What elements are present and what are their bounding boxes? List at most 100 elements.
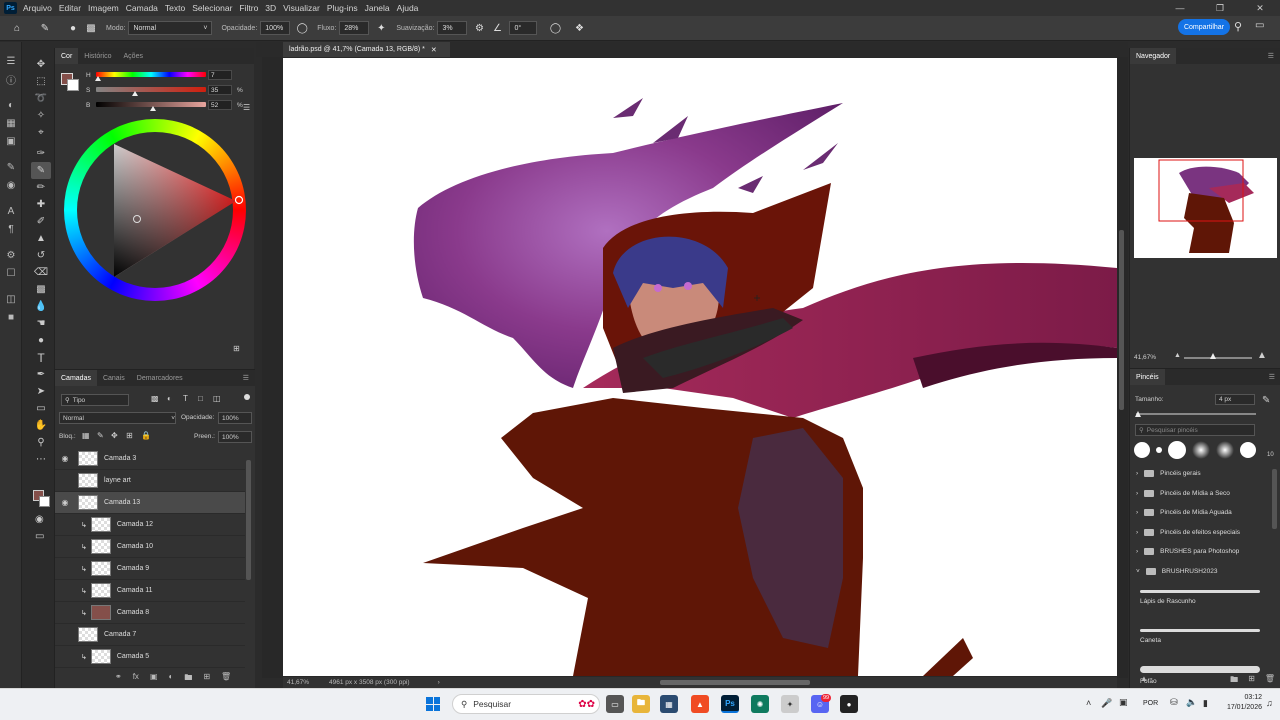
wifi-icon[interactable]: ⛁	[1170, 697, 1178, 708]
menu-selecionar[interactable]: Selecionar	[192, 3, 232, 13]
new-folder-icon[interactable]: 🖿	[1230, 674, 1238, 688]
menu-janela[interactable]: Janela	[365, 3, 390, 13]
lock-artboard-icon[interactable]: ⊞	[126, 431, 133, 440]
menu-3d[interactable]: 3D	[265, 3, 276, 13]
saturation-slider[interactable]	[96, 87, 206, 92]
zoom-in-icon[interactable]: ▲	[1257, 350, 1267, 361]
brush-preset-soft-2[interactable]	[1216, 441, 1234, 459]
minimize-icon[interactable]: —	[1160, 0, 1200, 16]
chevron-down-icon[interactable]: ˅	[1136, 568, 1140, 575]
path-select-tool-icon[interactable]: ➤	[31, 383, 51, 400]
color-wheel[interactable]	[64, 119, 246, 301]
layer-row[interactable]: ↳ Camada 5	[55, 646, 245, 668]
layer-row[interactable]: ◉ Camada 3	[55, 448, 245, 470]
brush-settings-icon[interactable]: ▩	[82, 19, 100, 37]
battery-icon[interactable]: ▮	[1203, 698, 1208, 709]
antivirus-icon[interactable]: ✦	[781, 695, 799, 713]
panel-menu-icon[interactable]: ☰	[1262, 52, 1280, 60]
quick-mask-icon[interactable]: ◉	[35, 514, 44, 525]
dodge-tool-icon[interactable]: ●	[31, 332, 51, 349]
more-tools-icon[interactable]: ⋯	[31, 451, 51, 468]
panel-menu-icon[interactable]: ☰	[237, 374, 255, 382]
brush-item[interactable]: Caneta	[1140, 629, 1270, 660]
filter-pixel-icon[interactable]: ▩	[151, 394, 159, 403]
brush-folder[interactable]: › BRUSHES para Photoshop	[1130, 542, 1273, 562]
brush-folder[interactable]: › Pincéis gerais	[1130, 464, 1273, 484]
new-layer-icon[interactable]: ⊞	[203, 672, 210, 686]
color-icon[interactable]: ◐	[0, 96, 22, 114]
clone-source-icon[interactable]: ◉	[0, 176, 22, 194]
brush-folder[interactable]: › Pincéis de Mídia Aguada	[1130, 503, 1273, 523]
menu-filtro[interactable]: Filtro	[239, 3, 258, 13]
adjustment-layer-icon[interactable]: ◐	[169, 672, 174, 686]
brush-preset-hard-round[interactable]	[1134, 442, 1150, 458]
flow-input[interactable]: 28%	[339, 21, 370, 35]
brush-preset-hard-2[interactable]	[1240, 442, 1256, 458]
document-tab[interactable]: ladrão.psd @ 41,7% (Camada 13, RGB/8) * …	[283, 42, 450, 57]
chatgpt-icon[interactable]: ✺	[751, 695, 769, 713]
rectangle-tool-icon[interactable]: ▭	[31, 400, 51, 417]
restore-icon[interactable]: ❐	[1200, 0, 1240, 16]
opacity-input[interactable]: 100%	[260, 21, 291, 35]
layer-row[interactable]: ↳ Camada 8	[55, 602, 245, 624]
layer-opacity-input[interactable]: 100%	[218, 412, 252, 424]
notification-bell-icon[interactable]: ♫	[1266, 698, 1273, 708]
tab-historico[interactable]: Histórico	[78, 53, 117, 60]
pressure-size-icon[interactable]: ◯	[546, 19, 564, 37]
filter-type-icon[interactable]: T	[183, 394, 188, 403]
angle-input[interactable]: 0°	[509, 21, 538, 35]
photoshop-taskbar-icon[interactable]: Ps	[721, 695, 739, 713]
brush-size-input[interactable]: 4 px	[1215, 394, 1255, 405]
properties-icon[interactable]: ☰	[0, 52, 22, 70]
chevron-right-icon[interactable]: ›	[1136, 529, 1138, 536]
filter-shape-icon[interactable]: □	[198, 394, 203, 403]
brush-settings-icon[interactable]: ✎	[1262, 395, 1270, 406]
menu-camada[interactable]: Camada	[126, 3, 158, 13]
hue-slider-thumb[interactable]	[95, 76, 102, 81]
menu-imagem[interactable]: Imagem	[88, 3, 119, 13]
layer-row[interactable]: Camada 7	[55, 624, 245, 646]
brave-icon[interactable]: ▲	[691, 695, 709, 713]
panel-menu-icon[interactable]: ☰	[1263, 373, 1280, 381]
navigator-zoom-slider[interactable]	[1184, 357, 1252, 359]
brush-tool-active-icon[interactable]: ✎	[31, 162, 51, 179]
tab-demarcadores[interactable]: Demarcadores	[131, 375, 189, 382]
close-tab-icon[interactable]: ✕	[431, 46, 437, 54]
delete-brush-icon[interactable]: 🗑	[1265, 674, 1275, 688]
document-canvas[interactable]	[283, 58, 1117, 676]
blend-mode-select[interactable]: Normal ˅	[59, 412, 176, 424]
pencil-tool-icon[interactable]: ✏	[31, 179, 51, 196]
smudge-tool-icon[interactable]: ☚	[31, 315, 51, 332]
shapes-icon[interactable]: ■	[0, 308, 22, 326]
gear-icon[interactable]: ⚙	[470, 19, 488, 37]
zoom-tool-icon[interactable]: ⚲	[31, 434, 51, 451]
file-explorer-icon[interactable]: 🖿	[632, 695, 650, 713]
layer-list-scrollbar[interactable]	[246, 460, 251, 580]
menu-arquivo[interactable]: Arquivo	[23, 3, 52, 13]
tab-cor[interactable]: Cor	[55, 48, 79, 64]
fx-icon[interactable]: fx	[133, 672, 139, 686]
h-input[interactable]: 7	[208, 70, 232, 80]
s-input[interactable]: 35	[208, 85, 232, 95]
expand-panel-icon[interactable]: ⊞	[233, 344, 240, 353]
menu-ajuda[interactable]: Ajuda	[397, 3, 419, 13]
lock-all-icon[interactable]: 🔒	[141, 431, 151, 440]
close-icon[interactable]: ✕	[1240, 0, 1280, 16]
obs-icon[interactable]: ●	[840, 695, 858, 713]
brightness-slider-thumb[interactable]	[150, 106, 157, 111]
navigator-zoom[interactable]: 41,67%	[1134, 354, 1156, 361]
taskbar-search[interactable]: ⚲ Pesquisar ✿✿	[452, 694, 600, 714]
chevron-right-icon[interactable]: ›	[1136, 470, 1138, 477]
fill-input[interactable]: 100%	[218, 431, 252, 443]
chevron-right-icon[interactable]: ›	[438, 679, 440, 686]
healing-tool-icon[interactable]: ✚	[31, 196, 51, 213]
lasso-tool-icon[interactable]: ➰	[31, 90, 51, 107]
brush-folder[interactable]: › Pincéis de efeitos especiais	[1130, 523, 1273, 543]
tab-navegador[interactable]: Navegador	[1130, 48, 1177, 64]
paint-bucket-tool-icon[interactable]: ▩	[31, 281, 51, 298]
navigator-zoom-thumb[interactable]	[1210, 353, 1216, 359]
quick-select-tool-icon[interactable]: ✧	[31, 107, 51, 124]
layer-row[interactable]: layne art	[55, 470, 245, 492]
tab-pinceis[interactable]: Pincéis	[1130, 369, 1165, 385]
brush-item[interactable]: Lápis de Rascunho	[1140, 590, 1270, 621]
